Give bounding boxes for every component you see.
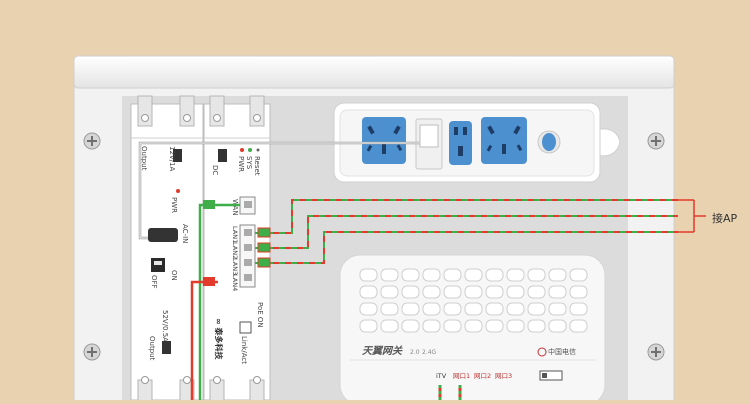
lan1-label: LAN1 — [231, 226, 239, 243]
switch-pwr-led — [240, 148, 244, 152]
wan-cable-plug — [203, 200, 215, 209]
socket-right — [481, 117, 527, 164]
pwr-led — [176, 189, 180, 193]
wan-label: WAN — [231, 199, 239, 216]
ac-in-label: AC-IN — [181, 224, 189, 243]
screw-icon — [83, 343, 101, 361]
router-carrier: 中国电信 — [548, 347, 576, 356]
brand-label: ∞ 泰多科技 — [214, 318, 224, 360]
network-box-diagram: Output 12V/1A PWR AC-IN OFF ON 52V/0.5A … — [0, 0, 750, 404]
port-itv-label: iTV — [436, 372, 447, 380]
screw-icon — [647, 343, 665, 361]
poe-on-label: PoE ON — [256, 302, 264, 328]
poe-cable-plug — [203, 277, 215, 286]
pwr-label: PWR — [170, 197, 178, 213]
lan2-label: LAN2 — [231, 242, 239, 259]
dc-label: DC — [211, 165, 219, 175]
output-bottom-label: Output — [148, 336, 156, 361]
socket-two-pin — [449, 121, 472, 165]
screw-icon — [647, 132, 665, 150]
link-act-label: Link/Act — [240, 336, 248, 364]
port-1-label: 网口1 — [453, 372, 470, 380]
link-act-indicator — [239, 321, 252, 334]
router-model: 2.0 — [410, 349, 420, 356]
connect-ap-label: 接AP — [712, 212, 738, 225]
ac-plug — [148, 228, 178, 242]
socket-left — [362, 117, 406, 164]
port-3-label: 网口3 — [495, 372, 512, 380]
reset-label: Reset — [253, 156, 261, 176]
router-band: 2.4G — [422, 349, 437, 356]
screw-icon — [83, 132, 101, 150]
router-brand: 天翼网关 — [362, 345, 403, 357]
sys-label: SYS — [245, 156, 253, 170]
switch-pwr-label: PWR — [237, 156, 245, 172]
router-gateway: 天翼网关 2.0 2.4G 中国电信 iTV 网口1 网口2 网口3 — [339, 254, 606, 404]
reset-button[interactable] — [256, 148, 260, 152]
rating-52v-label: 52V/0.5A — [161, 310, 169, 342]
lan4-label: LAN4 — [231, 274, 239, 291]
poe-output-jack — [162, 341, 171, 354]
on-label: ON — [170, 270, 178, 281]
lan3-label: LAN3 — [231, 258, 239, 275]
port-2-label: 网口2 — [474, 372, 491, 380]
dc-input-jack — [218, 149, 227, 162]
sys-led — [248, 148, 252, 152]
diagram-canvas: Output 12V/1A PWR AC-IN OFF ON 52V/0.5A … — [73, 55, 738, 404]
rating-12v-label: 12V/1A — [168, 146, 176, 172]
off-label: OFF — [150, 275, 158, 289]
